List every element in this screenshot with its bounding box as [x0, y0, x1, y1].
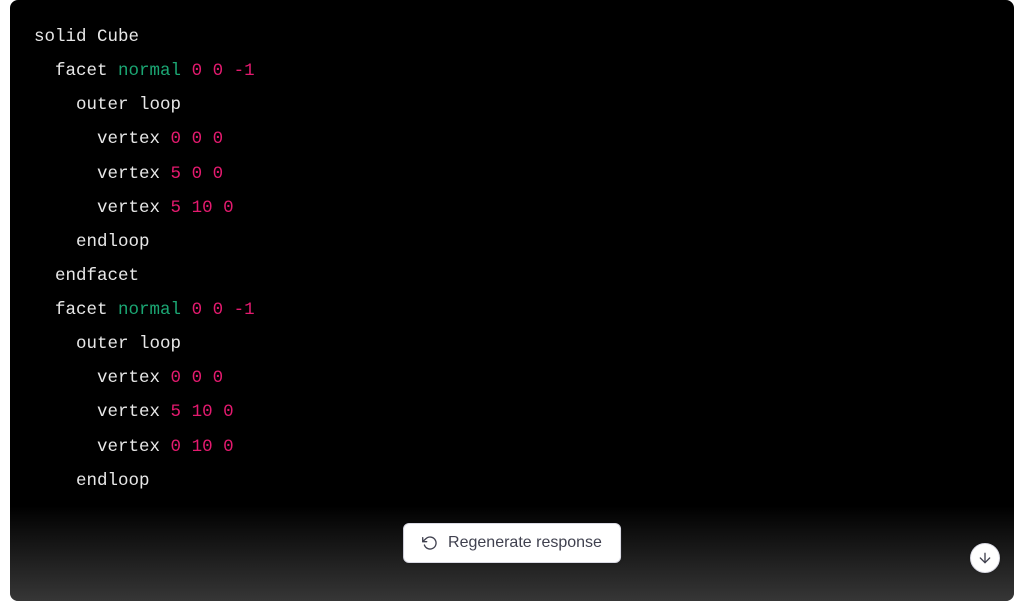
vertex-x: 0	[171, 437, 182, 457]
normal-y: 0	[213, 61, 224, 81]
vertex-x: 5	[171, 164, 182, 184]
code-line: outer loop	[34, 327, 990, 361]
code-line: vertex 5 0 0	[34, 157, 990, 191]
code-line: endfacet	[34, 259, 990, 293]
vertex-y: 10	[192, 198, 213, 218]
solid-name: Cube	[97, 27, 139, 47]
vertex-y: 10	[192, 402, 213, 422]
keyword-normal: normal	[118, 61, 181, 81]
keyword-outer-loop: outer loop	[76, 95, 181, 115]
keyword-solid: solid	[34, 27, 87, 47]
keyword-vertex: vertex	[97, 129, 160, 149]
code-line: solid Cube	[34, 20, 990, 54]
regenerate-label: Regenerate response	[448, 534, 602, 552]
normal-y: 0	[213, 300, 224, 320]
vertex-x: 0	[171, 129, 182, 149]
code-line: vertex 0 10 0	[34, 430, 990, 464]
keyword-vertex: vertex	[97, 164, 160, 184]
normal-x: 0	[192, 61, 203, 81]
code-line: vertex 5 10 0	[34, 395, 990, 429]
keyword-endfacet: endfacet	[55, 266, 139, 286]
vertex-z: 0	[213, 129, 224, 149]
keyword-vertex: vertex	[97, 402, 160, 422]
vertex-z: 0	[213, 368, 224, 388]
code-line: outer loop	[34, 88, 990, 122]
vertex-x: 5	[171, 198, 182, 218]
keyword-facet: facet	[55, 300, 108, 320]
code-line: endloop	[34, 464, 990, 498]
keyword-endloop: endloop	[76, 471, 150, 491]
code-block-container: solid Cubefacet normal 0 0 -1outer loopv…	[10, 0, 1014, 601]
keyword-normal: normal	[118, 300, 181, 320]
scroll-to-bottom-button[interactable]	[970, 543, 1000, 573]
code-line: facet normal 0 0 -1	[34, 54, 990, 88]
arrow-down-icon	[977, 550, 993, 566]
code-line: vertex 0 0 0	[34, 122, 990, 156]
vertex-z: 0	[213, 164, 224, 184]
vertex-x: 5	[171, 402, 182, 422]
normal-z: -1	[234, 61, 255, 81]
keyword-vertex: vertex	[97, 437, 160, 457]
regenerate-icon	[422, 535, 438, 551]
keyword-endloop: endloop	[76, 232, 150, 252]
code-line: vertex 0 0 0	[34, 361, 990, 395]
keyword-vertex: vertex	[97, 198, 160, 218]
stl-code-block: solid Cubefacet normal 0 0 -1outer loopv…	[10, 0, 1014, 518]
regenerate-response-button[interactable]: Regenerate response	[403, 523, 621, 563]
vertex-x: 0	[171, 368, 182, 388]
code-line: facet normal 0 0 -1	[34, 293, 990, 327]
vertex-z: 0	[223, 198, 234, 218]
code-line: endloop	[34, 225, 990, 259]
code-line: vertex 5 10 0	[34, 191, 990, 225]
vertex-z: 0	[223, 437, 234, 457]
vertex-y: 0	[192, 368, 203, 388]
normal-z: -1	[234, 300, 255, 320]
keyword-outer-loop: outer loop	[76, 334, 181, 354]
vertex-y: 10	[192, 437, 213, 457]
vertex-y: 0	[192, 129, 203, 149]
keyword-facet: facet	[55, 61, 108, 81]
normal-x: 0	[192, 300, 203, 320]
keyword-vertex: vertex	[97, 368, 160, 388]
vertex-y: 0	[192, 164, 203, 184]
vertex-z: 0	[223, 402, 234, 422]
